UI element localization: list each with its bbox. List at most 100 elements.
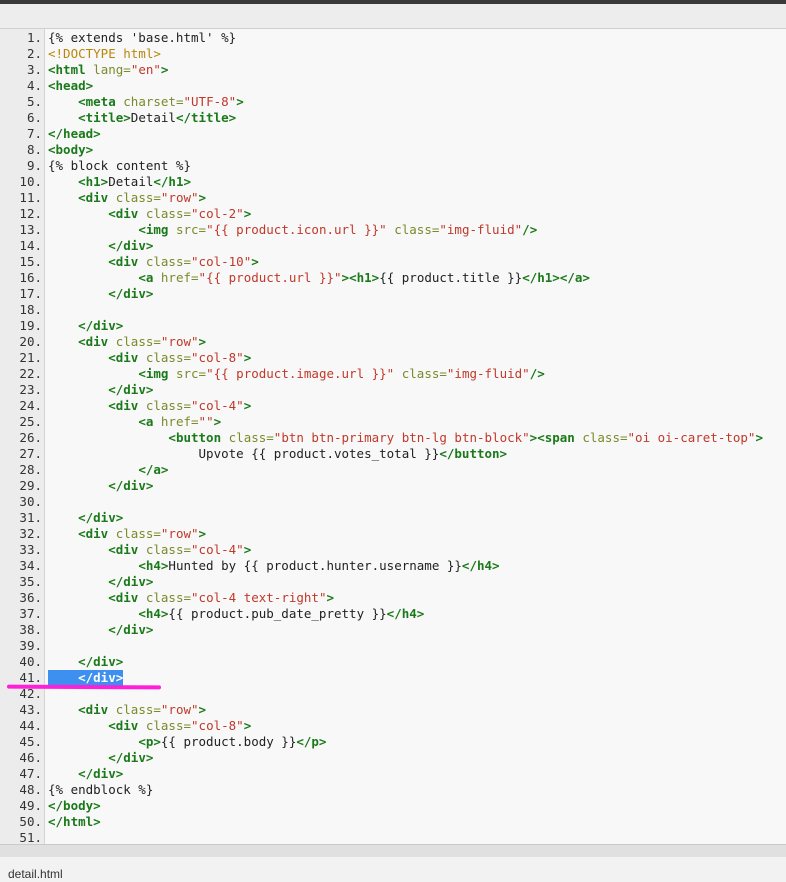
code-line-34[interactable]: 34. <h4>Hunted by {{ product.hunter.user… <box>0 558 786 574</box>
code-line-22[interactable]: 22. <img src="{{ product.image.url }}" c… <box>0 366 786 382</box>
file-name-label: detail.html <box>8 867 63 881</box>
token: > <box>198 702 207 717</box>
token: <h1> <box>78 174 109 189</box>
token: </h4> <box>461 558 500 573</box>
code-line-9[interactable]: 9. {% block content %} <box>0 158 786 174</box>
line-number: 41. <box>19 670 42 685</box>
code-line-19[interactable]: 19. </div> <box>0 318 786 334</box>
code-text: {% extends 'base.html' %} <box>48 30 236 46</box>
token: <div <box>78 190 109 205</box>
code-editor[interactable]: 1. {% extends 'base.html' %} 2. <!DOCTYPE h… <box>0 29 786 844</box>
code-line-3[interactable]: 3. <html lang="en"> <box>0 62 786 78</box>
line-number: 10. <box>19 174 42 189</box>
code-line-11[interactable]: 11. <div class="row"> <box>0 190 786 206</box>
line-number: 19. <box>19 318 42 333</box>
line-number: 13. <box>19 222 42 237</box>
code-line-39[interactable]: 39. <box>0 638 786 654</box>
line-number: 34. <box>19 558 42 573</box>
token: > <box>243 542 252 557</box>
token: src= <box>175 222 207 237</box>
code-line-30[interactable]: 30. <box>0 494 786 510</box>
line-number: 22. <box>19 366 42 381</box>
code-line-38[interactable]: 38. </div> <box>0 622 786 638</box>
code-line-23[interactable]: 23. </div> <box>0 382 786 398</box>
code-line-27[interactable]: 27. Upvote {{ product.votes_total }}</bu… <box>0 446 786 462</box>
code-text: <a href=""> <box>48 414 221 430</box>
code-line-51[interactable]: 51. <box>0 830 786 844</box>
code-text: <div class="col-4"> <box>48 542 251 558</box>
token: {% block content %} <box>48 158 191 173</box>
code-text: <div class="col-2"> <box>48 206 251 222</box>
code-line-4[interactable]: 4. <head> <box>0 78 786 94</box>
code-lines[interactable]: 1. {% extends 'base.html' %} 2. <!DOCTYPE h… <box>0 29 786 844</box>
code-line-49[interactable]: 49. </body> <box>0 798 786 814</box>
line-number: 14. <box>19 238 42 253</box>
code-line-13[interactable]: 13. <img src="{{ product.icon.url }}" cl… <box>0 222 786 238</box>
code-line-8[interactable]: 8. <body> <box>0 142 786 158</box>
code-line-15[interactable]: 15. <div class="col-10"> <box>0 254 786 270</box>
code-line-48[interactable]: 48. {% endblock %} <box>0 782 786 798</box>
code-line-29[interactable]: 29. </div> <box>0 478 786 494</box>
token: "oi oi-caret-top" <box>627 430 756 445</box>
code-line-21[interactable]: 21. <div class="col-8"> <box>0 350 786 366</box>
code-line-33[interactable]: 33. <div class="col-4"> <box>0 542 786 558</box>
status-bar: detail.html <box>0 857 786 882</box>
code-line-5[interactable]: 5. <meta charset="UTF-8"> <box>0 94 786 110</box>
line-number: 3. <box>26 62 42 77</box>
code-line-32[interactable]: 32. <div class="row"> <box>0 526 786 542</box>
code-line-28[interactable]: 28. </a> <box>0 462 786 478</box>
line-number: 5. <box>26 94 42 109</box>
code-line-44[interactable]: 44. <div class="col-8"> <box>0 718 786 734</box>
horizontal-scrollbar[interactable] <box>0 844 786 857</box>
code-line-45[interactable]: 45. <p>{{ product.body }}</p> <box>0 734 786 750</box>
code-line-12[interactable]: 12. <div class="col-2"> <box>0 206 786 222</box>
code-line-37[interactable]: 37. <h4>{{ product.pub_date_pretty }}</h… <box>0 606 786 622</box>
code-line-47[interactable]: 47. </div> <box>0 766 786 782</box>
code-line-40[interactable]: 40. </div> <box>0 654 786 670</box>
code-line-24[interactable]: 24. <div class="col-4"> <box>0 398 786 414</box>
code-line-43[interactable]: 43. <div class="row"> <box>0 702 786 718</box>
token: "UTF-8" <box>183 94 237 109</box>
code-text: <div class="col-10"> <box>48 254 259 270</box>
token: <h4> <box>138 558 169 573</box>
line-number: 15. <box>19 254 42 269</box>
code-line-20[interactable]: 20. <div class="row"> <box>0 334 786 350</box>
code-line-36[interactable]: 36. <div class="col-4 text-right"> <box>0 590 786 606</box>
line-number: 20. <box>19 334 42 349</box>
token: class= <box>145 398 192 413</box>
code-line-10[interactable]: 10. <h1>Detail</h1> <box>0 174 786 190</box>
code-line-1[interactable]: 1. {% extends 'base.html' %} <box>0 30 786 46</box>
code-text: </div> <box>48 238 153 254</box>
code-line-41[interactable]: 41. </div> <box>0 670 786 686</box>
code-line-7[interactable]: 7. </head> <box>0 126 786 142</box>
token: Detail <box>130 110 176 125</box>
token: <a <box>138 270 154 285</box>
code-line-2[interactable]: 2. <!DOCTYPE html> <box>0 46 786 62</box>
code-line-25[interactable]: 25. <a href=""> <box>0 414 786 430</box>
code-line-46[interactable]: 46. </div> <box>0 750 786 766</box>
code-line-35[interactable]: 35. </div> <box>0 574 786 590</box>
code-line-6[interactable]: 6. <title>Detail</title> <box>0 110 786 126</box>
token: src= <box>175 366 207 381</box>
code-line-18[interactable]: 18. <box>0 302 786 318</box>
code-text: <title>Detail</title> <box>48 110 236 126</box>
code-line-50[interactable]: 50. </html> <box>0 814 786 830</box>
code-text: <div class="col-8"> <box>48 350 251 366</box>
code-text: <img src="{{ product.image.url }}" class… <box>48 366 544 382</box>
code-line-31[interactable]: 31. </div> <box>0 510 786 526</box>
code-line-17[interactable]: 17. </div> <box>0 286 786 302</box>
code-line-16[interactable]: 16. <a href="{{ product.url }}"><h1>{{ p… <box>0 270 786 286</box>
line-number: 23. <box>19 382 42 397</box>
code-line-26[interactable]: 26. <button class="btn btn-primary btn-l… <box>0 430 786 446</box>
code-line-14[interactable]: 14. </div> <box>0 238 786 254</box>
token: > <box>243 398 252 413</box>
line-number: 43. <box>19 702 42 717</box>
token: class= <box>228 430 274 445</box>
